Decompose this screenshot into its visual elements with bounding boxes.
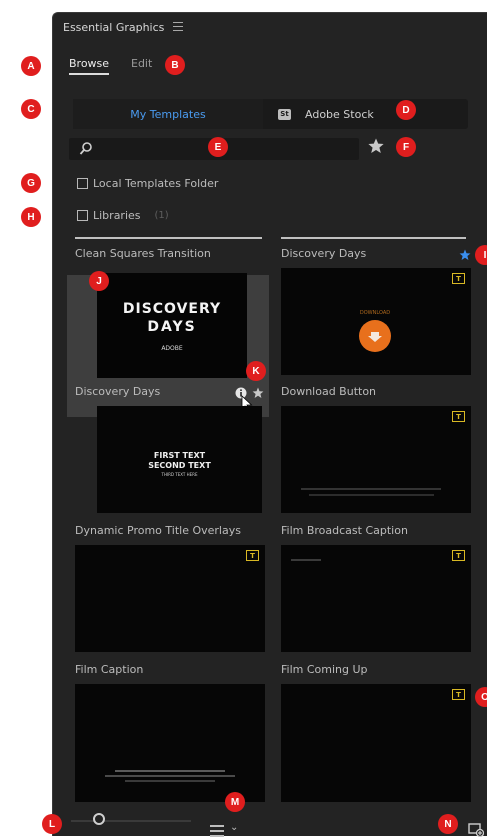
tab-browse[interactable]: Browse	[69, 57, 110, 75]
starred-icon[interactable]	[459, 249, 471, 261]
template-name: Discovery Days	[75, 385, 161, 398]
search-icon	[79, 142, 92, 155]
template-tile[interactable]: Film Coming Up T	[281, 661, 474, 802]
template-name: Film Coming Up	[281, 663, 368, 676]
libraries-count: (1)	[154, 210, 169, 221]
local-templates-label: Local Templates Folder	[93, 177, 219, 190]
template-tile[interactable]: Discovery Days T DOWNLOAD	[281, 237, 474, 375]
template-thumbnail: T DOWNLOAD	[281, 268, 471, 375]
slider-handle[interactable]	[93, 813, 105, 825]
template-thumbnail	[75, 684, 265, 802]
callout-n: N	[438, 814, 458, 834]
libraries-label: Libraries	[93, 209, 141, 222]
callout-e: E	[208, 137, 228, 157]
tab-edit[interactable]: Edit	[131, 57, 152, 70]
thumbnail-size-slider[interactable]	[71, 820, 191, 822]
thumb-subtitle: ADOBE	[161, 345, 183, 352]
text-template-badge-icon: T	[452, 550, 465, 561]
thumb-title-line1: DISCOVERY	[122, 301, 222, 317]
template-thumbnail: DISCOVERY DAYS ADOBE	[97, 273, 247, 378]
adobe-stock-label: Adobe Stock	[305, 107, 374, 121]
adobe-stock-icon: St	[278, 108, 291, 120]
thumb-caption-line	[309, 494, 434, 496]
thumb-caption-line	[115, 770, 225, 772]
template-thumbnail: T	[281, 406, 471, 513]
thumb-caption-line	[301, 488, 441, 490]
template-name: Discovery Days	[281, 247, 367, 260]
text-template-badge-icon: T	[452, 689, 465, 700]
scroll-indicator-line	[75, 237, 262, 239]
callout-l: L	[42, 814, 62, 834]
callout-k: K	[246, 361, 266, 381]
list-view-icon[interactable]	[210, 825, 224, 837]
local-templates-filter[interactable]: Local Templates Folder	[77, 177, 218, 190]
callout-b: B	[165, 55, 185, 75]
callout-f: F	[396, 137, 416, 157]
thumb-text-third: THIRD TEXT HERE	[161, 472, 198, 477]
text-template-badge-icon: T	[452, 273, 465, 284]
thumb-caption-line	[105, 775, 235, 777]
callout-c: C	[21, 99, 41, 119]
essential-graphics-panel: Essential Graphics Browse Edit My Templa…	[52, 12, 487, 837]
callout-d: D	[396, 100, 416, 120]
libraries-checkbox[interactable]	[77, 210, 88, 221]
text-template-badge-icon: T	[246, 550, 259, 561]
thumb-text-second: SECOND TEXT	[148, 461, 211, 470]
template-thumbnail: T	[281, 684, 471, 802]
thumb-caption-line	[125, 780, 215, 782]
template-tile[interactable]: Dynamic Promo Title Overlays T	[75, 522, 268, 652]
callout-j: J	[89, 271, 109, 291]
chevron-down-icon[interactable]: ⌄	[230, 822, 238, 833]
template-name: Film Caption	[75, 663, 144, 676]
template-tile[interactable]: Discovery Days FIRST TEXT SECOND TEXT TH…	[75, 383, 268, 513]
callout-h: H	[21, 207, 41, 227]
template-thumbnail: FIRST TEXT SECOND TEXT THIRD TEXT HERE	[97, 406, 262, 513]
template-tile[interactable]: Film Caption	[75, 661, 268, 802]
template-thumbnail: T	[281, 545, 471, 652]
download-button-graphic	[359, 320, 391, 352]
template-tile[interactable]: Clean Squares Transition DISCOVERY DAYS …	[75, 237, 268, 378]
adobe-stock-button[interactable]: St Adobe Stock	[278, 99, 398, 129]
template-tile[interactable]: Download Button T	[281, 383, 474, 513]
panel-title: Essential Graphics	[63, 21, 165, 34]
thumb-text-first: FIRST TEXT	[153, 451, 206, 460]
template-name: Dynamic Promo Title Overlays	[75, 524, 241, 537]
libraries-filter[interactable]: Libraries (1)	[77, 209, 169, 222]
star-filter-icon[interactable]	[367, 137, 385, 155]
template-name: Film Broadcast Caption	[281, 524, 408, 537]
thumb-caption-line	[291, 559, 321, 561]
thumb-title-line2: DAYS	[147, 319, 197, 335]
text-template-badge-icon: T	[452, 411, 465, 422]
my-templates-button[interactable]: My Templates	[73, 99, 263, 129]
panel-menu-icon[interactable]	[173, 22, 183, 31]
template-tile[interactable]: Film Broadcast Caption T	[281, 522, 474, 652]
thumb-caption: DOWNLOAD	[359, 310, 391, 316]
download-icon	[368, 332, 382, 342]
callout-g: G	[21, 173, 41, 193]
template-name: Clean Squares Transition	[75, 247, 211, 260]
callout-m: M	[225, 792, 245, 812]
scroll-indicator-line	[281, 237, 466, 239]
template-thumbnail: T	[75, 545, 265, 652]
template-name: Download Button	[281, 385, 377, 398]
local-templates-checkbox[interactable]	[77, 178, 88, 189]
callout-a: A	[21, 56, 41, 76]
